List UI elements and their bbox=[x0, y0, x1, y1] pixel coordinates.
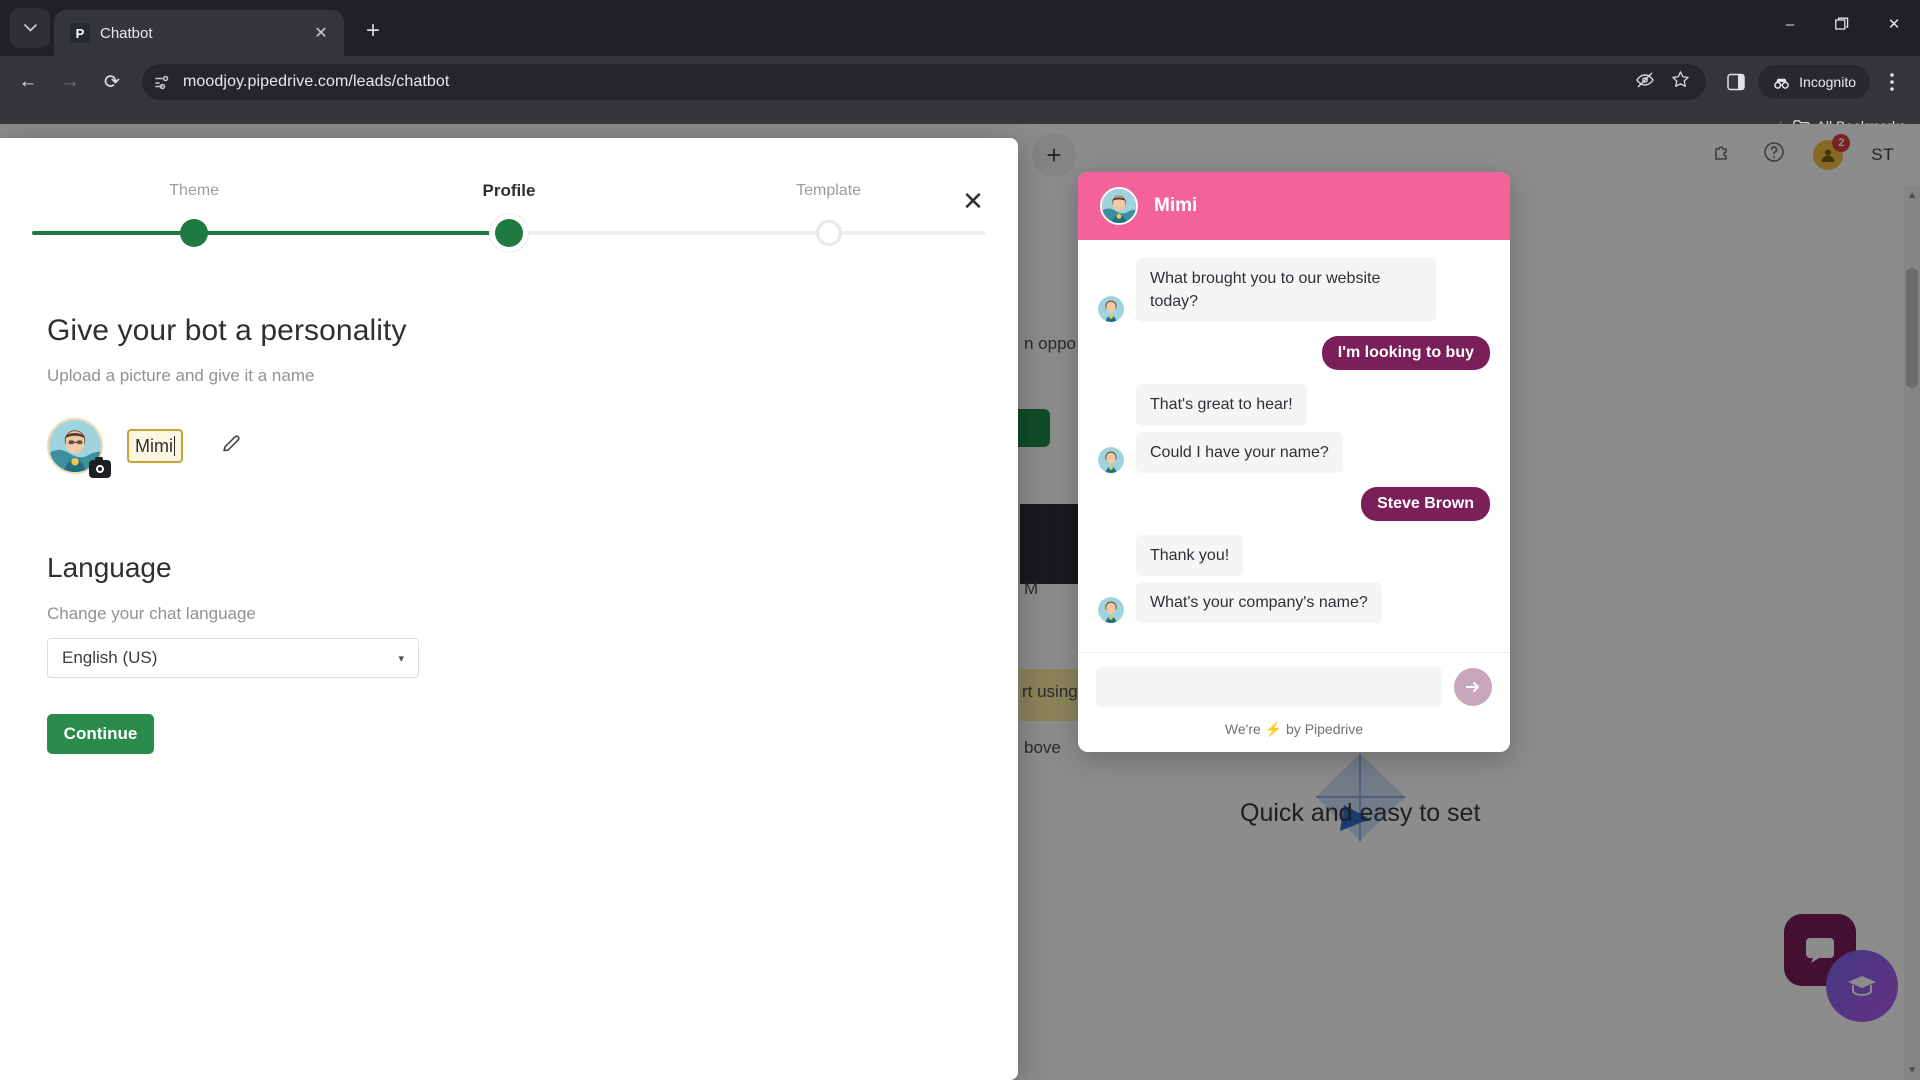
chat-bubble-text: That's great to hear! bbox=[1136, 384, 1307, 426]
url-text: moodjoy.pipedrive.com/leads/chatbot bbox=[183, 73, 450, 90]
setup-stepper: Theme Profile Template bbox=[32, 181, 986, 254]
close-window-button[interactable]: ✕ bbox=[1868, 0, 1920, 48]
camera-icon[interactable] bbox=[89, 457, 111, 478]
chevron-down-icon bbox=[23, 24, 37, 32]
step-dot-profile[interactable] bbox=[495, 219, 523, 247]
chat-header-avatar bbox=[1100, 187, 1138, 225]
browser-menu-button[interactable] bbox=[1872, 62, 1912, 102]
bot-identity-row: Mimi bbox=[47, 418, 1018, 478]
chat-bubble-text: Steve Brown bbox=[1361, 486, 1490, 521]
chat-bubble-text: I'm looking to buy bbox=[1321, 336, 1490, 371]
chat-message-in: Could I have your name? bbox=[1098, 431, 1490, 473]
browser-window: P Chatbot ✕ + – ✕ ← → ⟳ moodjoy.pipedriv… bbox=[0, 0, 1920, 1080]
language-field-label: Change your chat language bbox=[47, 604, 256, 623]
chat-message-in: What brought you to our website today? bbox=[1098, 258, 1490, 323]
page-info-icon[interactable] bbox=[154, 74, 171, 91]
chat-bot-avatar bbox=[1098, 296, 1124, 323]
chat-message-in: Thank you! bbox=[1098, 534, 1490, 576]
step-label-theme[interactable]: Theme bbox=[169, 182, 219, 200]
back-button[interactable]: ← bbox=[8, 62, 48, 102]
chat-message-list: What brought you to our website today? I… bbox=[1078, 240, 1510, 652]
pipedrive-favicon: P bbox=[70, 23, 90, 43]
window-controls: – ✕ bbox=[1764, 0, 1920, 48]
text-caret bbox=[174, 436, 175, 456]
footer-prefix: We're bbox=[1224, 721, 1261, 737]
tab-strip: P Chatbot ✕ + – ✕ bbox=[0, 0, 1920, 56]
chat-message-out: Steve Brown bbox=[1098, 486, 1490, 521]
chat-bubble-text: What's your company's name? bbox=[1136, 581, 1382, 624]
chat-message-input[interactable] bbox=[1096, 667, 1442, 707]
send-arrow-icon[interactable] bbox=[1454, 668, 1492, 706]
bot-name-value: Mimi bbox=[135, 435, 173, 456]
minimize-button[interactable]: – bbox=[1764, 0, 1816, 48]
chat-input-area bbox=[1078, 652, 1510, 721]
chatbot-setup-modal: ✕ Theme Profile Template Give your bot a… bbox=[0, 138, 1018, 1080]
browser-tab[interactable]: P Chatbot ✕ bbox=[54, 10, 344, 56]
address-bar[interactable]: moodjoy.pipedrive.com/leads/chatbot bbox=[142, 64, 1707, 100]
star-icon[interactable] bbox=[1671, 70, 1690, 94]
chat-message-out: I'm looking to buy bbox=[1098, 336, 1490, 371]
personality-title: Give your bot a personality bbox=[47, 314, 407, 347]
side-panel-button[interactable] bbox=[1716, 62, 1756, 102]
browser-toolbar: ← → ⟳ moodjoy.pipedrive.com/leads/chatbo… bbox=[0, 56, 1920, 108]
tab-title: Chatbot bbox=[100, 24, 153, 42]
language-selected-value: English (US) bbox=[62, 648, 158, 667]
stepper-labels: Theme Profile Template bbox=[32, 181, 986, 212]
maximize-icon bbox=[1835, 17, 1849, 30]
omnibox-actions bbox=[1635, 70, 1694, 95]
modal-body: Give your bot a personality Upload a pic… bbox=[0, 254, 1018, 754]
chat-widget-preview: Mimi What brought you to our website tod… bbox=[1078, 172, 1510, 752]
chevron-down-icon: ▾ bbox=[398, 652, 404, 665]
pencil-icon[interactable] bbox=[221, 433, 242, 460]
eye-slash-icon[interactable] bbox=[1635, 70, 1655, 95]
step-label-template[interactable]: Template bbox=[796, 182, 861, 200]
step-dot-template[interactable] bbox=[815, 220, 842, 246]
chat-header-name: Mimi bbox=[1154, 195, 1198, 216]
footer-suffix: by Pipedrive bbox=[1286, 721, 1364, 737]
language-select[interactable]: English (US) ▾ bbox=[47, 638, 419, 678]
reload-button[interactable]: ⟳ bbox=[92, 62, 132, 102]
chat-message-in: That's great to hear! bbox=[1098, 384, 1490, 426]
language-title: Language bbox=[47, 552, 172, 583]
chat-bot-avatar bbox=[1098, 446, 1124, 473]
maximize-button[interactable] bbox=[1816, 0, 1868, 48]
page-viewport: + 2 ST n oppo M rt using C bove Quick an… bbox=[0, 124, 1920, 1080]
new-tab-button[interactable]: + bbox=[354, 12, 392, 50]
step-dot-theme[interactable] bbox=[180, 219, 209, 247]
incognito-label: Incognito bbox=[1799, 74, 1856, 90]
kebab-menu-icon bbox=[1890, 73, 1894, 91]
chat-widget-header: Mimi bbox=[1078, 172, 1510, 240]
lightning-icon: ⚡ bbox=[1264, 721, 1283, 737]
tab-close-icon[interactable]: ✕ bbox=[308, 20, 334, 46]
chat-bubble-text: Could I have your name? bbox=[1136, 431, 1343, 473]
chat-bubble-text: What brought you to our website today? bbox=[1136, 258, 1436, 323]
step-label-profile[interactable]: Profile bbox=[483, 181, 536, 201]
personality-subtitle: Upload a picture and give it a name bbox=[47, 366, 315, 385]
incognito-indicator[interactable]: Incognito bbox=[1758, 65, 1870, 99]
continue-button[interactable]: Continue bbox=[47, 714, 154, 754]
forward-button[interactable]: → bbox=[50, 62, 90, 102]
stepper-track bbox=[32, 219, 986, 247]
chat-bubble-text: Thank you! bbox=[1136, 534, 1244, 576]
stepper-progress-fill bbox=[32, 231, 509, 235]
bot-avatar-uploader[interactable] bbox=[47, 418, 111, 478]
chat-widget-footer: We're ⚡ by Pipedrive bbox=[1078, 721, 1510, 752]
side-panel-icon bbox=[1727, 73, 1745, 91]
tab-search-button[interactable] bbox=[10, 8, 50, 48]
incognito-icon bbox=[1774, 78, 1789, 89]
chat-message-in: What's your company's name? bbox=[1098, 581, 1490, 624]
chat-bot-avatar bbox=[1098, 597, 1124, 624]
bot-name-input[interactable]: Mimi bbox=[127, 429, 183, 463]
